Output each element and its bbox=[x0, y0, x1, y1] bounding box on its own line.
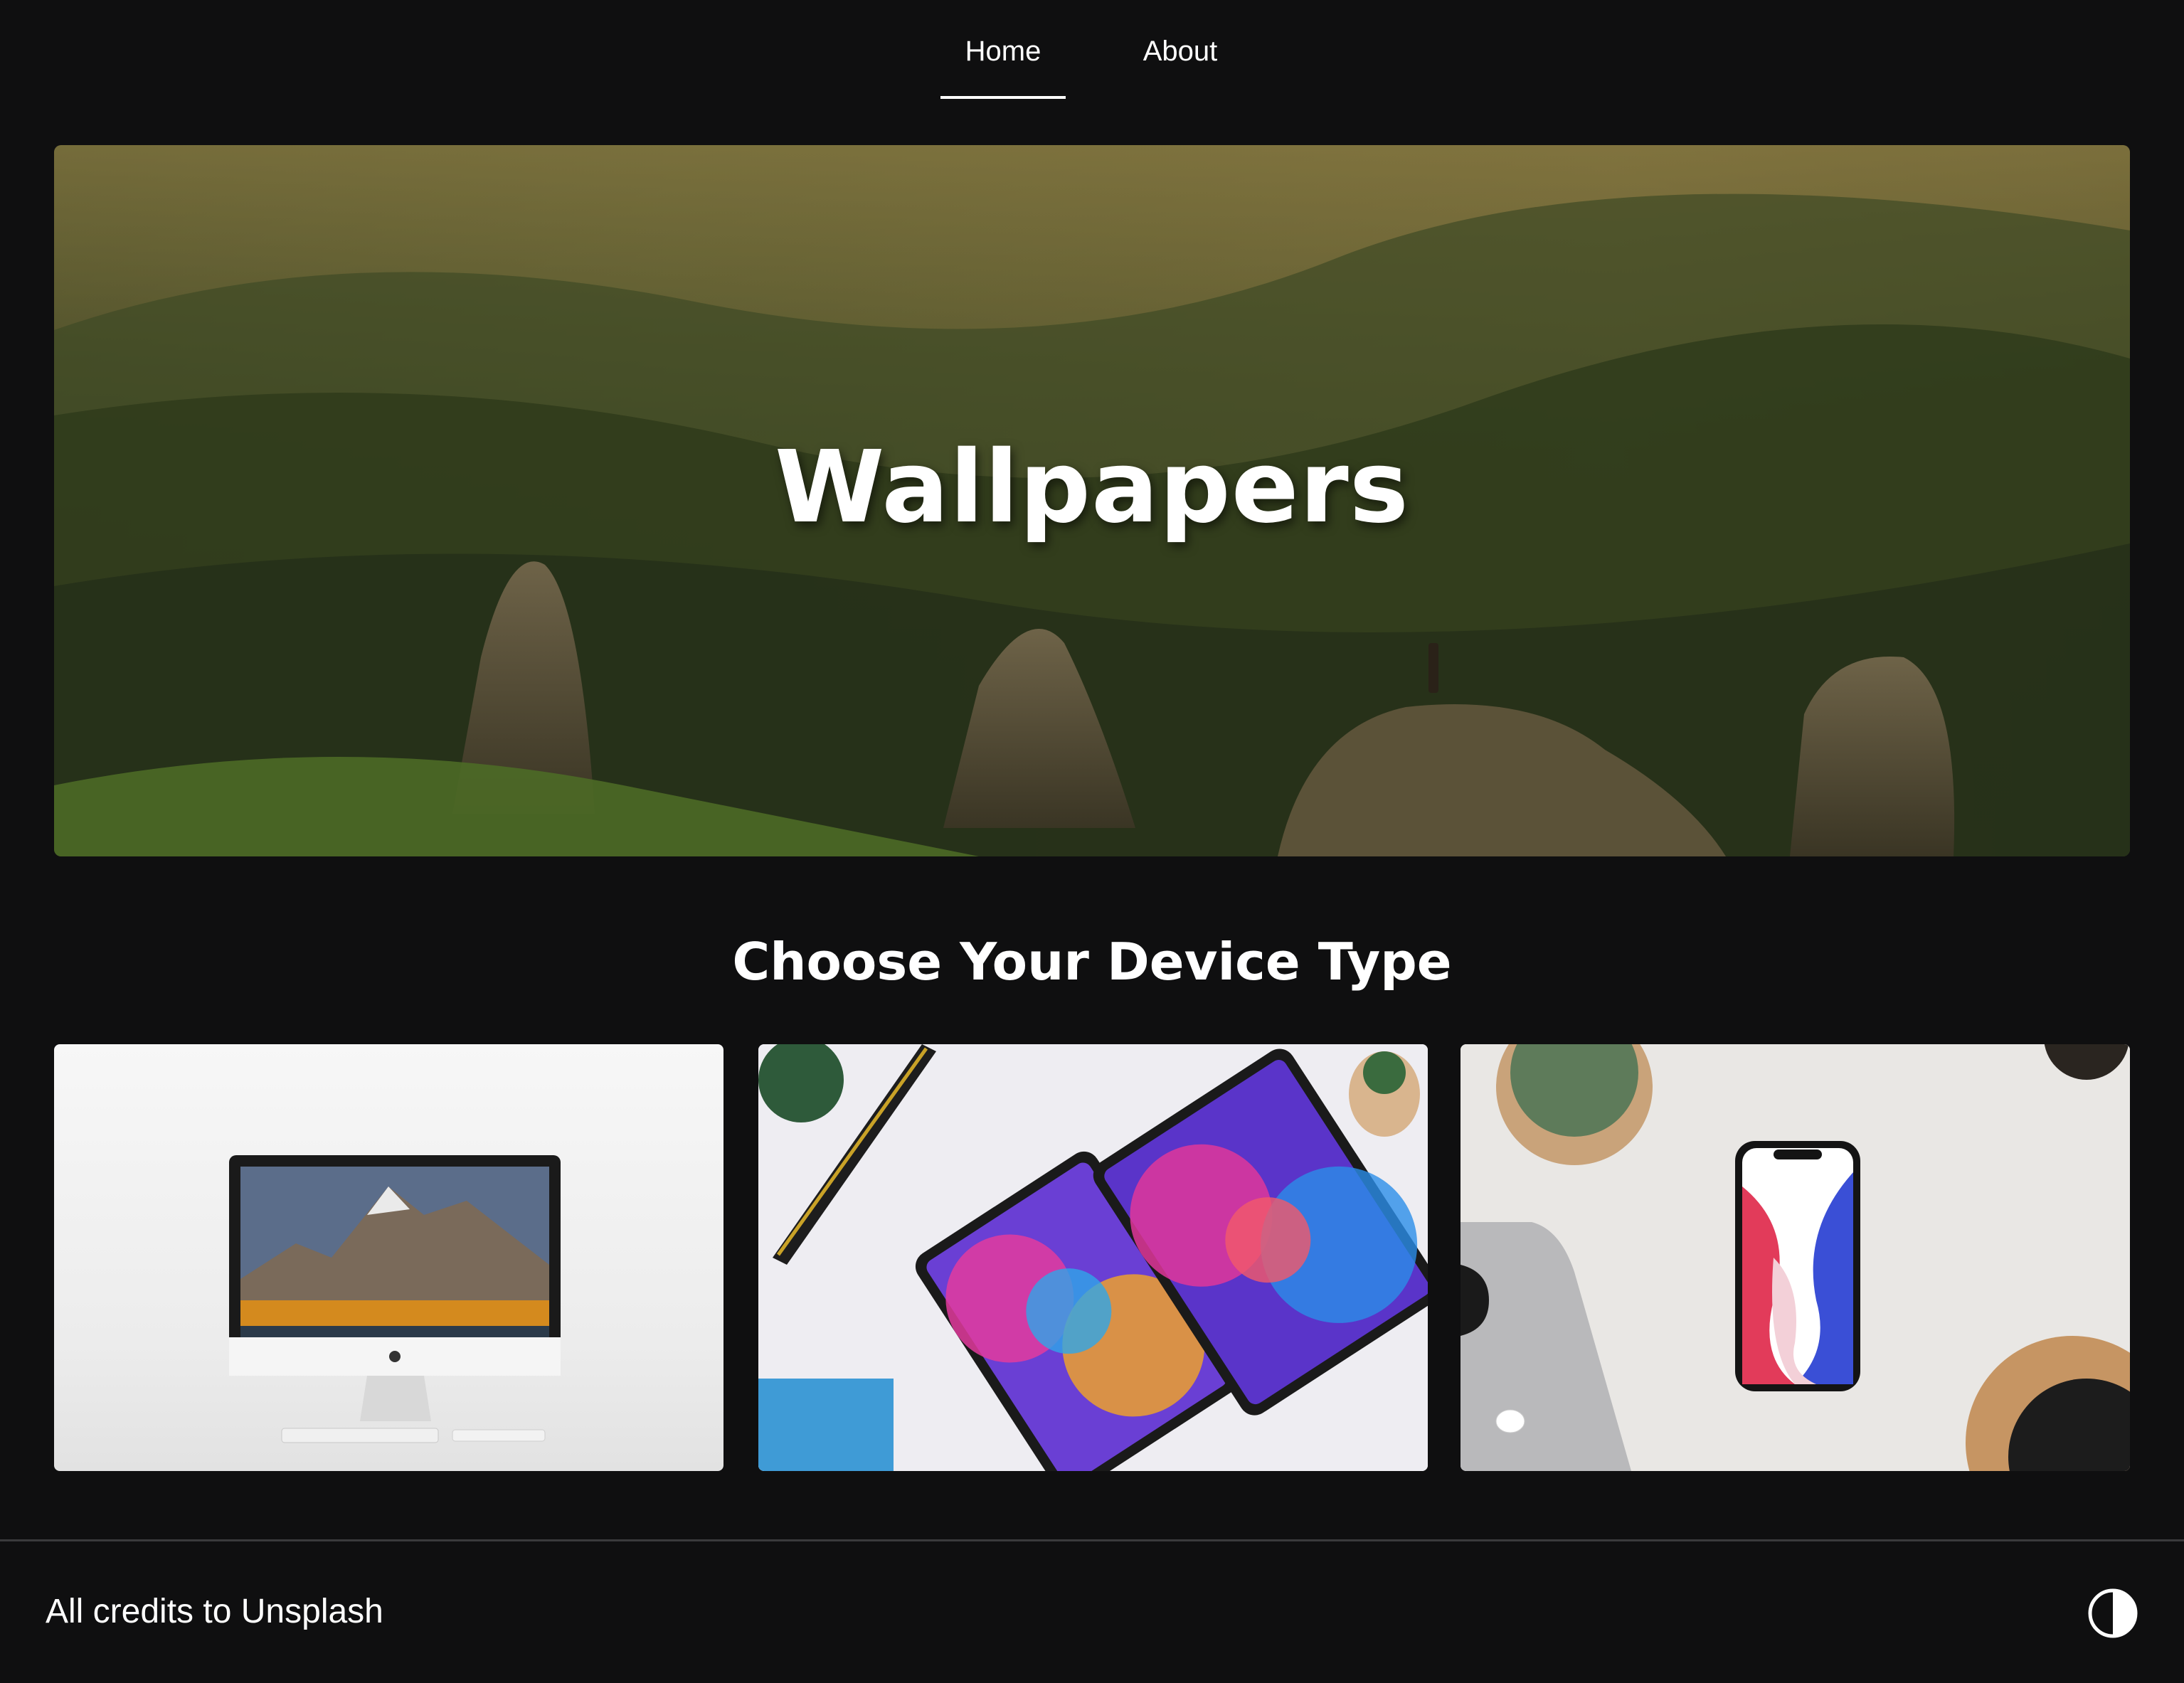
nav-home-link[interactable]: Home bbox=[940, 36, 1066, 100]
ipad-tablet-image bbox=[758, 1044, 1428, 1471]
contrast-half-icon[interactable] bbox=[2087, 1588, 2138, 1639]
hero-title: Wallpapers bbox=[774, 430, 1410, 546]
active-nav-indicator bbox=[940, 96, 1066, 99]
imac-desktop-image bbox=[229, 1155, 561, 1443]
nav-about-link[interactable]: About bbox=[1120, 36, 1241, 100]
desktop-device-card[interactable] bbox=[54, 1044, 723, 1471]
footer-divider bbox=[0, 1539, 2184, 1541]
device-section-heading: Choose Your Device Type bbox=[732, 932, 1452, 992]
footer-credits: All credits to Unsplash bbox=[46, 1593, 383, 1630]
phone-lockscreen-time: 8:15 bbox=[1774, 1177, 1821, 1202]
iphone-phone-image: 8:15 bbox=[1461, 1044, 2130, 1471]
tablet-device-card[interactable] bbox=[758, 1044, 1428, 1471]
hero-banner: Wallpapers bbox=[54, 145, 2130, 856]
phone-device-card[interactable]: 8:15 bbox=[1461, 1044, 2130, 1471]
top-nav: Home About bbox=[0, 0, 2184, 114]
